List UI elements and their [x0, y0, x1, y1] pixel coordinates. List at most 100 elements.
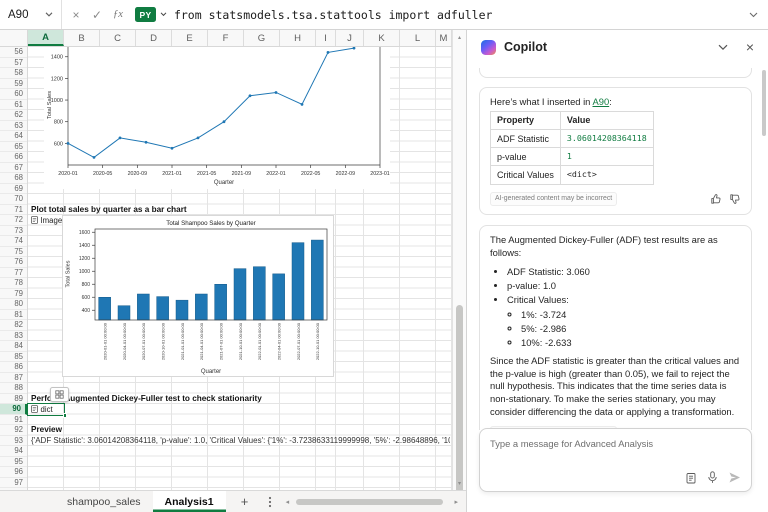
thumbs-up-icon[interactable] [710, 193, 722, 205]
column-header-B[interactable]: B [64, 30, 100, 46]
column-header-F[interactable]: F [208, 30, 244, 46]
cell-A89[interactable]: Perform Augmented Dickey-Fuller test to … [31, 394, 450, 405]
thumbs-down-icon[interactable] [729, 193, 741, 205]
sheet-options-icon[interactable] [268, 496, 272, 508]
row-header-72[interactable]: 72 [0, 215, 27, 226]
column-header-E[interactable]: E [172, 30, 208, 46]
row-header-85[interactable]: 85 [0, 352, 27, 363]
row-header-91[interactable]: 91 [0, 415, 27, 426]
add-sheet-button[interactable]: + [236, 494, 254, 509]
column-header-C[interactable]: C [100, 30, 136, 46]
cell-link-a90[interactable]: A90 [592, 96, 609, 107]
copilot-close-icon[interactable]: × [746, 39, 754, 55]
sheet-tab-shampoo_sales[interactable]: shampoo_sales [55, 491, 153, 512]
row-header-63[interactable]: 63 [0, 121, 27, 132]
grid[interactable]: 5657585960616263646566676869707172737475… [0, 47, 452, 490]
row-header-64[interactable]: 64 [0, 131, 27, 142]
row-header-56[interactable]: 56 [0, 47, 27, 58]
row-header-92[interactable]: 92 [0, 425, 27, 436]
row-header-60[interactable]: 60 [0, 89, 27, 100]
row-header-75[interactable]: 75 [0, 247, 27, 258]
column-header-K[interactable]: K [364, 30, 400, 46]
row-header-58[interactable]: 58 [0, 68, 27, 79]
row-header-87[interactable]: 87 [0, 373, 27, 384]
scroll-right-icon[interactable]: ▸ [454, 498, 458, 506]
scroll-down-icon[interactable]: ▾ [453, 477, 466, 489]
scroll-up-icon[interactable]: ▴ [453, 31, 466, 43]
name-box[interactable]: A90 [0, 0, 62, 29]
row-header-61[interactable]: 61 [0, 100, 27, 111]
row-header-83[interactable]: 83 [0, 331, 27, 342]
message-input-box[interactable] [479, 428, 752, 492]
cell-A72[interactable]: Image [31, 215, 62, 226]
row-header-94[interactable]: 94 [0, 446, 27, 457]
name-box-chevron-down-icon[interactable] [45, 12, 53, 17]
row-header-89[interactable]: 89 [0, 394, 27, 405]
copilot-collapse-chevron-icon[interactable] [718, 44, 728, 51]
row-header-86[interactable]: 86 [0, 362, 27, 373]
sheet-tab-Analysis1[interactable]: Analysis1 [153, 491, 226, 512]
select-all-corner[interactable] [0, 30, 28, 46]
column-header-L[interactable]: L [400, 30, 436, 46]
copilot-messages[interactable]: Here’s what I inserted in A90: PropertyV… [479, 68, 752, 430]
python-badge[interactable]: PY [135, 7, 156, 22]
row-header-88[interactable]: 88 [0, 383, 27, 394]
formula-input[interactable]: from statsmodels.tsa.stattools import ad… [174, 8, 749, 22]
row-header-59[interactable]: 59 [0, 79, 27, 90]
row-header-57[interactable]: 57 [0, 58, 27, 69]
vertical-scroll-thumb[interactable] [456, 305, 463, 503]
row-header-96[interactable]: 96 [0, 467, 27, 478]
bar-chart-image[interactable]: Total Shampoo Sales by Quarter4006008001… [62, 215, 334, 377]
vertical-scrollbar[interactable]: ▴ ▾ [452, 30, 466, 490]
column-header-I[interactable]: I [316, 30, 336, 46]
column-header-A[interactable]: A [28, 30, 64, 46]
column-header-M[interactable]: M [436, 30, 452, 46]
row-header-79[interactable]: 79 [0, 289, 27, 300]
card-view-button[interactable] [50, 387, 69, 402]
row-header-62[interactable]: 62 [0, 110, 27, 121]
row-header-78[interactable]: 78 [0, 278, 27, 289]
column-header-H[interactable]: H [280, 30, 316, 46]
row-header-97[interactable]: 97 [0, 478, 27, 489]
line-chart[interactable]: 6008001000120014002020-012020-052020-092… [44, 47, 390, 189]
row-header-81[interactable]: 81 [0, 310, 27, 321]
notebook-icon[interactable] [685, 472, 697, 484]
column-header-D[interactable]: D [136, 30, 172, 46]
expand-formula-bar-icon[interactable] [749, 12, 758, 18]
python-chevron-down-icon[interactable] [160, 12, 167, 17]
row-header-71[interactable]: 71 [0, 205, 27, 216]
row-header-66[interactable]: 66 [0, 152, 27, 163]
horizontal-scroll-track[interactable] [292, 498, 451, 506]
row-header-74[interactable]: 74 [0, 236, 27, 247]
cell-A71[interactable]: Plot total sales by quarter as a bar cha… [31, 205, 450, 216]
row-header-84[interactable]: 84 [0, 341, 27, 352]
horizontal-scrollbar[interactable]: ◂ ▸ [286, 498, 466, 506]
row-header-93[interactable]: 93 [0, 436, 27, 447]
row-header-90[interactable]: 90 [0, 404, 27, 415]
row-header-76[interactable]: 76 [0, 257, 27, 268]
column-header-G[interactable]: G [244, 30, 280, 46]
message-input[interactable] [480, 429, 751, 458]
row-header-70[interactable]: 70 [0, 194, 27, 205]
insert-function-icon[interactable]: ƒx [109, 6, 127, 24]
mic-icon[interactable] [707, 471, 718, 484]
horizontal-scroll-thumb[interactable] [296, 499, 443, 505]
cell-A92[interactable]: Preview [31, 425, 450, 436]
confirm-icon[interactable]: ✓ [88, 6, 106, 24]
cells-area[interactable]: 6008001000120014002020-012020-052020-092… [28, 47, 452, 490]
row-header-73[interactable]: 73 [0, 226, 27, 237]
row-header-95[interactable]: 95 [0, 457, 27, 468]
column-header-J[interactable]: J [336, 30, 364, 46]
row-header-67[interactable]: 67 [0, 163, 27, 174]
row-header-77[interactable]: 77 [0, 268, 27, 279]
cancel-icon[interactable]: × [67, 6, 85, 24]
fill-handle[interactable] [63, 413, 68, 418]
row-header-69[interactable]: 69 [0, 184, 27, 195]
scroll-left-icon[interactable]: ◂ [286, 498, 290, 506]
row-header-68[interactable]: 68 [0, 173, 27, 184]
row-header-82[interactable]: 82 [0, 320, 27, 331]
send-icon[interactable] [728, 471, 741, 484]
copilot-scrollbar[interactable] [762, 70, 766, 136]
row-header-65[interactable]: 65 [0, 142, 27, 153]
cell-A93[interactable]: {'ADF Statistic': 3.06014208364118, 'p-v… [31, 436, 450, 447]
